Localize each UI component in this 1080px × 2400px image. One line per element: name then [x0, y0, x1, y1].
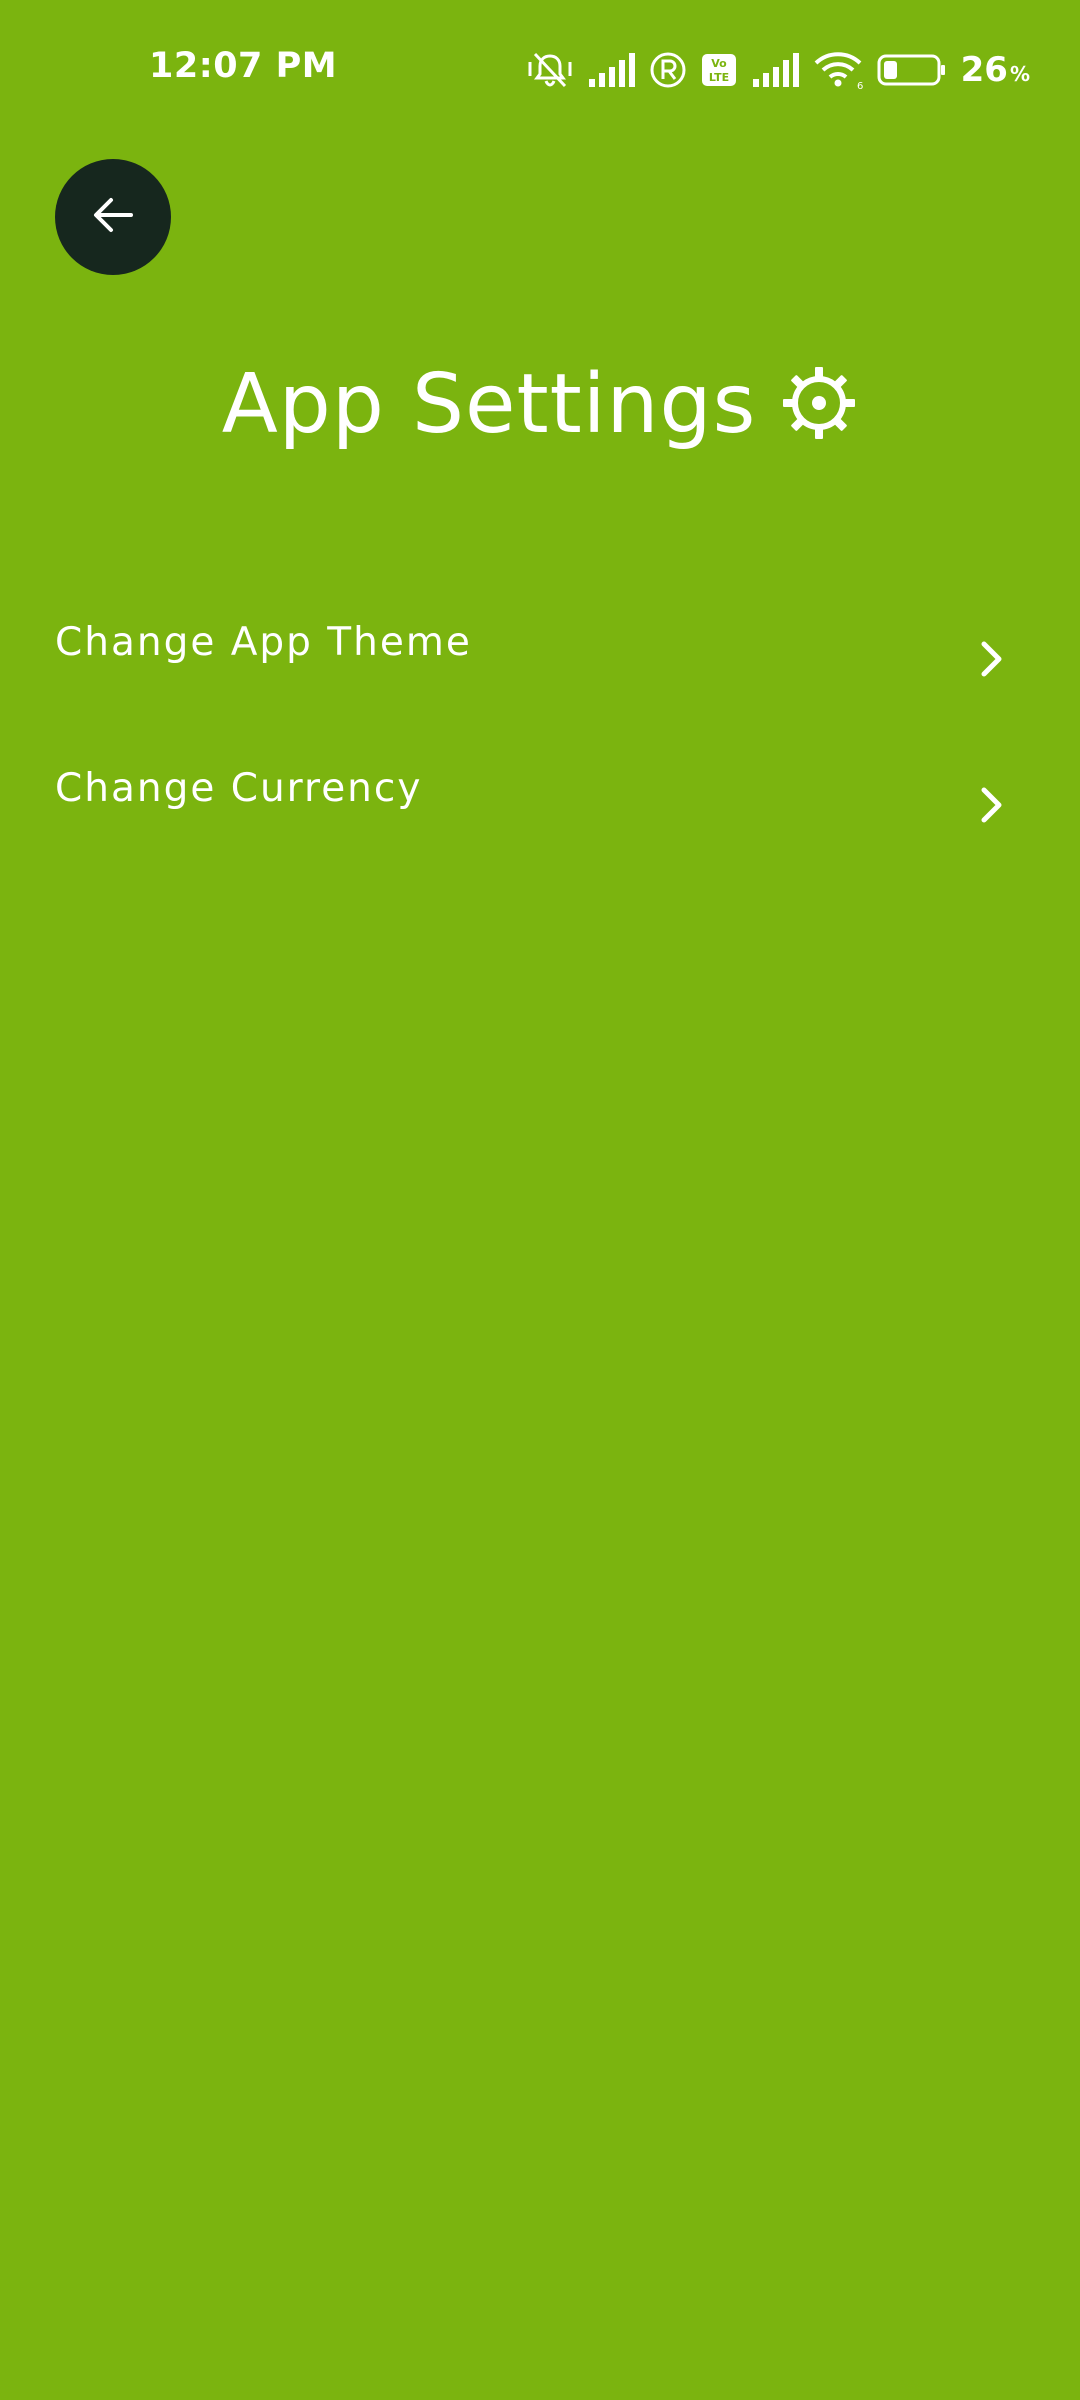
chevron-right-icon: [976, 640, 1006, 682]
page-header: App Settings: [0, 355, 1080, 455]
volte-icon: Vo LTE: [701, 53, 737, 87]
settings-item-change-app-theme[interactable]: Change App Theme: [0, 580, 1080, 700]
battery-unit: %: [1009, 62, 1030, 86]
svg-text:LTE: LTE: [709, 71, 729, 84]
settings-item-label: Change App Theme: [55, 620, 472, 665]
battery-icon: [877, 53, 947, 87]
wifi-icon: 6: [813, 50, 863, 90]
battery-level: 26%: [961, 50, 1030, 90]
status-time: 12:07 PM: [149, 46, 338, 86]
chevron-right-icon: [976, 786, 1006, 828]
battery-value: 26: [960, 50, 1008, 90]
settings-item-label: Change Currency: [55, 766, 423, 811]
svg-text:6: 6: [857, 81, 863, 90]
status-icons: Vo LTE 6 26 %: [527, 48, 1030, 92]
roaming-icon: [649, 51, 687, 89]
signal-icon: [751, 53, 799, 87]
back-button[interactable]: [55, 159, 171, 275]
status-bar: 12:07 PM Vo LTE 6 26 %: [0, 0, 1080, 140]
svg-text:Vo: Vo: [711, 57, 727, 70]
settings-item-change-currency[interactable]: Change Currency: [0, 726, 1080, 846]
gear-icon: [780, 364, 858, 446]
signal-icon: [587, 53, 635, 87]
vibrate-mute-icon: [527, 50, 573, 90]
arrow-left-icon: [91, 195, 135, 239]
page-title: App Settings: [221, 357, 757, 452]
